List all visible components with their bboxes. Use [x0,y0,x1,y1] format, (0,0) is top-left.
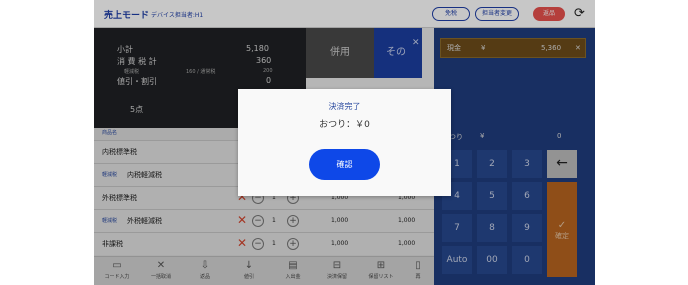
confirm-button[interactable]: 確認 [309,149,380,180]
payment-complete-dialog: 決済完了 おつり：￥0 確認 [238,89,451,196]
dialog-message: おつり：￥0 [319,120,370,130]
dialog-title: 決済完了 [328,102,361,111]
